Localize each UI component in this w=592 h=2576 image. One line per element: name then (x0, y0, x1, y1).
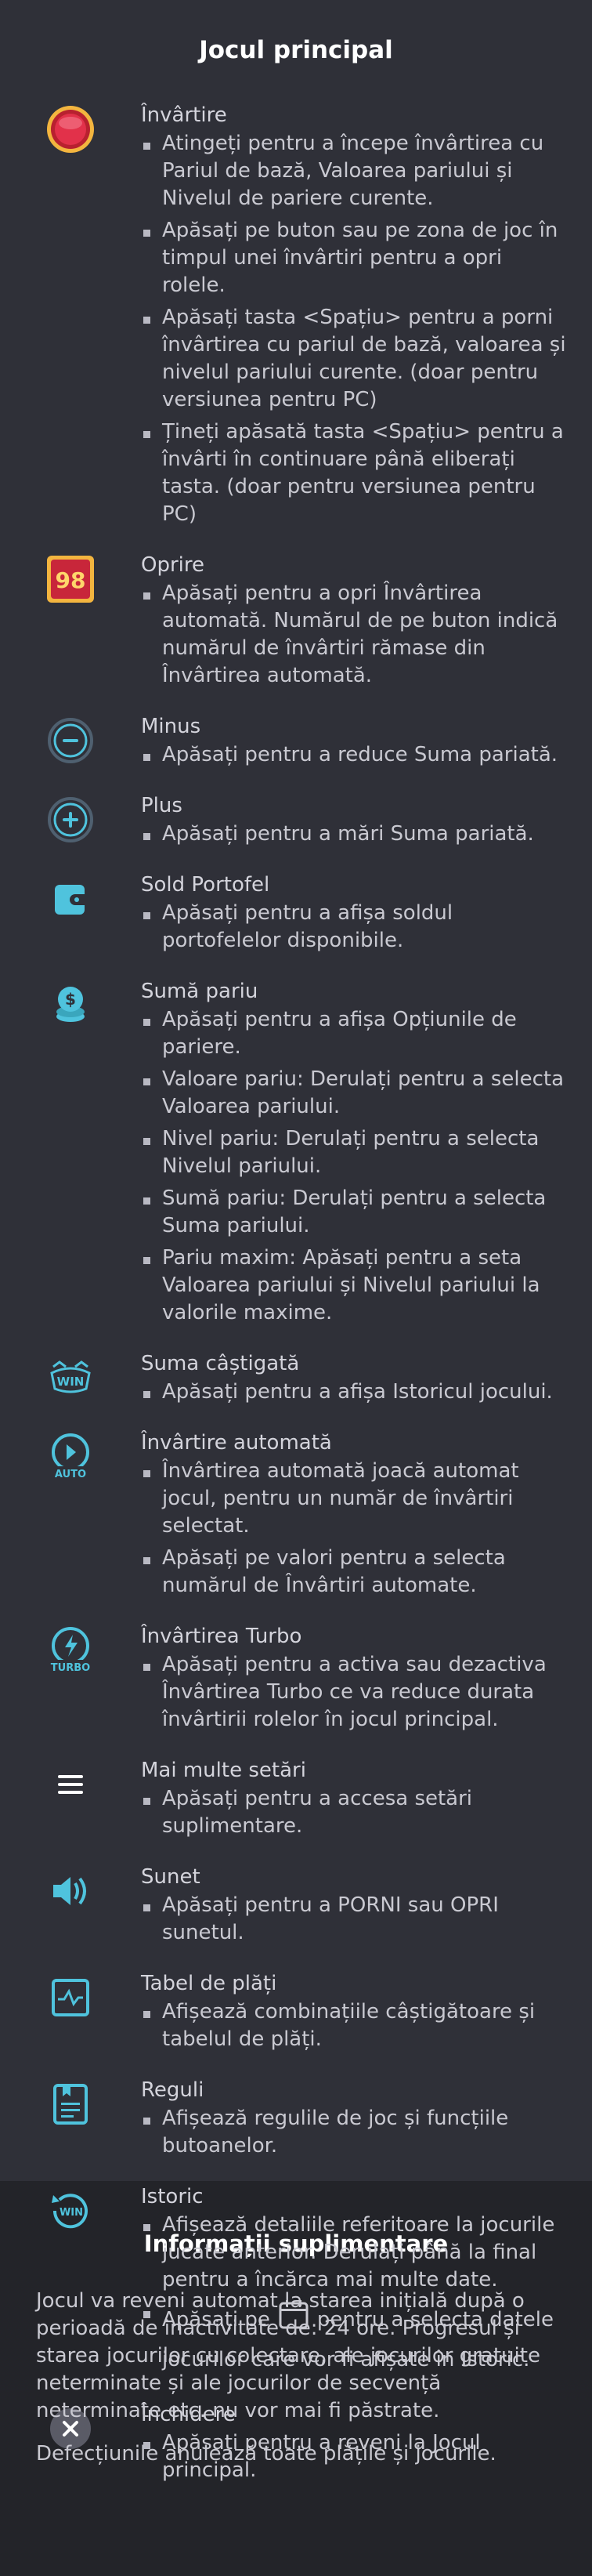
item-title: Sumă pariu (141, 980, 258, 1003)
item-sound: Sunet Apăsați pentru a PORNI sau OPRI su… (0, 1864, 592, 1951)
item-wallet: Sold Portofel Apăsați pentru a afișa sol… (0, 871, 592, 959)
spin-icon (45, 104, 96, 154)
item-autoplay: AUTO Învârtire automată Învârtirea autom… (0, 1429, 592, 1604)
bullet: Apăsați pentru a afișa soldul portofelel… (141, 900, 569, 955)
bullet: Apăsați pentru a mări Suma pariată. (141, 821, 569, 848)
item-win-amount: WIN Suma câștigată Apăsați pentru a afiș… (0, 1350, 592, 1411)
bullet: Apăsați pentru a accesa setări supliment… (141, 1785, 569, 1840)
menu-icon (45, 1759, 96, 1810)
bullet: Apăsați pe buton sau pe zona de joc în t… (141, 217, 569, 299)
bullet: Pariu maxim: Apăsați pentru a seta Valoa… (141, 1245, 569, 1327)
bullet: Apăsați pentru a activa sau dezactiva În… (141, 1651, 569, 1734)
bullet: Atingeți pentru a începe învârtirea cu P… (141, 130, 569, 212)
minus-icon (45, 716, 96, 766)
svg-text:$: $ (65, 990, 76, 1009)
bullet: Sumă pariu: Derulați pentru a selecta Su… (141, 1185, 569, 1240)
svg-text:TURBO: TURBO (51, 1662, 90, 1674)
item-minus: Minus Apăsați pentru a reduce Suma paria… (0, 713, 592, 774)
plus-icon (45, 795, 96, 845)
sound-icon (45, 1866, 96, 1916)
history-icon: WIN (45, 2186, 96, 2236)
item-rules: Reguli Afișează regulile de joc și funcț… (0, 2077, 592, 2165)
svg-text:AUTO: AUTO (55, 1469, 86, 1480)
bullet: Țineți apăsată tasta <Spațiu> pentru a î… (141, 418, 569, 528)
bullet: Valoare pariu: Derulați pentru a selecta… (141, 1066, 569, 1121)
item-title: Învârtire automată (141, 1431, 332, 1455)
item-spin: Învârtire Atingeți pentru a începe învâr… (0, 102, 592, 533)
rules-icon (45, 2079, 96, 2129)
item-title: Învârtire (141, 103, 227, 127)
page-title: Jocul principal (199, 36, 393, 64)
item-title: Mai multe setări (141, 1759, 306, 1782)
win-icon: WIN (45, 1353, 96, 1403)
bullet: Apăsați pentru a afișa Opțiunile de pari… (141, 1006, 569, 1061)
item-title: Oprire (141, 553, 204, 577)
item-title: Minus (141, 715, 201, 738)
main-game-section: Jocul principal Învârtire Atingeți pentr… (0, 0, 592, 2482)
bullet: Apăsați pentru a afișa Istoricul jocului… (141, 1379, 569, 1406)
item-more-settings: Mai multe setări Apăsați pentru a accesa… (0, 1757, 592, 1845)
bullet: Afișează combinațiile câștigătoare și ta… (141, 1998, 569, 2053)
turbo-icon: TURBO (45, 1625, 96, 1676)
calendar-icon (278, 2299, 309, 2342)
bullet: Afișează regulile de joc și funcțiile bu… (141, 2105, 569, 2160)
item-title: Istoric (141, 2185, 204, 2208)
bullet: Apăsați pentru a reveni la Jocul princip… (141, 2429, 569, 2484)
wallet-icon (45, 874, 96, 924)
bullet: Apăsați pe valori pentru a selecta număr… (141, 1545, 569, 1600)
bullet: Apăsați pe pentru a selecta datele jocuri… (141, 2299, 569, 2378)
item-title: Tabel de plăți (141, 1972, 277, 1995)
item-title: Învârtirea Turbo (141, 1625, 302, 1648)
bullet: Apăsați pentru a opri Învârtirea automat… (141, 580, 569, 690)
item-turbo: TURBO Învârtirea Turbo Apăsați pentru a … (0, 1623, 592, 1738)
bullet: Apăsați pentru a PORNI sau OPRI sunetul. (141, 1892, 569, 1947)
autoplay-icon: AUTO (45, 1432, 96, 1482)
item-bet-amount: $ Sumă pariu Apăsați pentru a afișa Opți… (0, 978, 592, 1331)
stop-autospin-icon: 98 (45, 554, 96, 604)
paytable-icon (45, 1973, 96, 2023)
item-plus: Plus Apăsați pentru a mări Suma pariată. (0, 792, 592, 853)
bullet: Nivel pariu: Derulați pentru a selecta N… (141, 1125, 569, 1180)
svg-text:WIN: WIN (57, 1375, 85, 1389)
item-title: Sold Portofel (141, 873, 270, 897)
coins-icon: $ (45, 980, 96, 1031)
stop-count-text: 98 (56, 567, 86, 593)
item-title: Sunet (141, 1865, 200, 1889)
item-title: Suma câștigată (141, 1352, 300, 1375)
item-paytable: Tabel de plăți Afișează combinațiile câș… (0, 1970, 592, 2058)
bullet: Apăsați tasta <Spațiu> pentru a porni în… (141, 304, 569, 414)
item-title: Reguli (141, 2078, 204, 2102)
item-stop: 98 Oprire Apăsați pentru a opri Învârtir… (0, 552, 592, 694)
item-title: Plus (141, 794, 182, 817)
bullet-text-before: Apăsați pe (162, 2308, 270, 2331)
bullet: Afișează detaliile referitoare la jocuri… (141, 2212, 569, 2294)
bullet: Apăsați pentru a reduce Suma pariată. (141, 741, 569, 769)
svg-text:WIN: WIN (60, 2207, 83, 2219)
bullet: Învârtirea automată joacă automat jocul,… (141, 1458, 569, 1540)
